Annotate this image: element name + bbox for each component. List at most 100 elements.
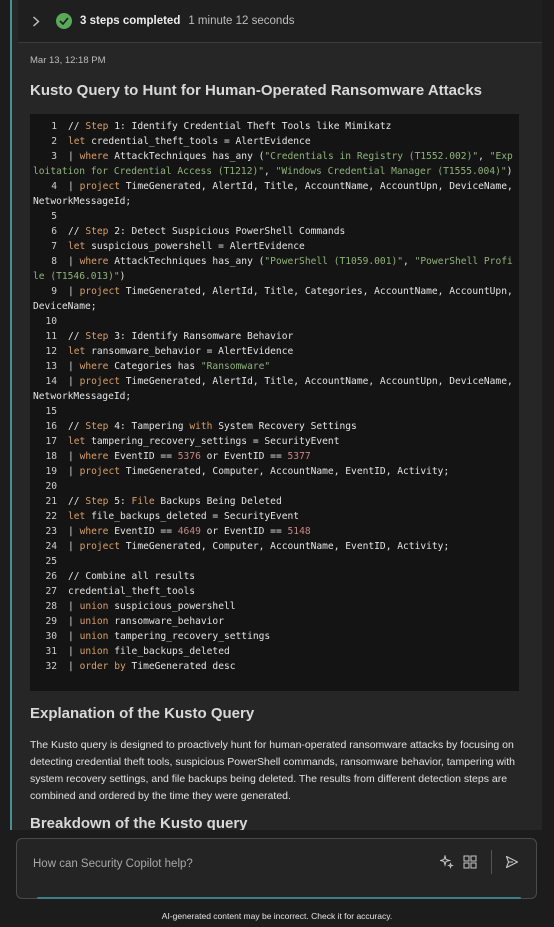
code-line: 31 | union file_backups_deleted — [30, 644, 519, 659]
code-line: 11 // Step 3: Identify Ransomware Behavio… — [30, 329, 519, 344]
line-number: 10 — [45, 316, 57, 327]
code-token: Step — [85, 226, 109, 237]
line-number: 27 — [45, 586, 57, 597]
line-number: 12 — [45, 346, 57, 357]
line-number: 21 — [45, 496, 57, 507]
code-token: credential_theft_tools — [68, 586, 196, 597]
steps-completed-label: 3 steps completed — [80, 15, 181, 27]
code-token: , — [403, 256, 415, 267]
code-token: order by — [79, 661, 126, 672]
code-token: 1: Identify Credential Theft Tools like … — [108, 121, 392, 132]
code-line: 12 let ransomware_behavior = AlertEvidenc… — [30, 344, 519, 359]
code-token: | — [68, 286, 80, 297]
code-token: TimeGenerated desc — [125, 661, 236, 672]
code-token: suspicious_powershell — [108, 601, 236, 612]
response-heading: Kusto Query to Hunt for Human-Operated R… — [30, 82, 483, 99]
code-token: | — [68, 541, 80, 552]
code-token: | — [68, 661, 80, 672]
line-number: 19 — [45, 466, 57, 477]
steps-summary-bar[interactable]: 3 steps completed 1 minute 12 seconds — [18, 0, 542, 43]
code-token: | — [68, 181, 80, 192]
code-token: where — [79, 361, 109, 372]
chevron-right-icon[interactable] — [32, 15, 42, 27]
code-token: , — [478, 151, 490, 162]
code-token: | — [68, 526, 80, 537]
code-token: | — [68, 631, 80, 642]
code-line: 17 let tampering_recovery_settings = Secu… — [30, 434, 519, 449]
code-token: let — [68, 346, 86, 357]
code-token: file_backups_deleted = SecurityEvent — [85, 511, 300, 522]
code-token: System Recovery Settings — [212, 421, 357, 432]
steps-duration: 1 minute 12 seconds — [188, 15, 295, 27]
line-number: 4 — [51, 181, 57, 192]
ai-disclaimer: AI-generated content may be incorrect. C… — [161, 911, 393, 921]
line-number: 5 — [51, 211, 57, 222]
code-token: or EventID == — [200, 451, 288, 462]
code-token: Backups Being Deleted — [154, 496, 282, 507]
code-token: 5: — [108, 496, 132, 507]
line-number: 13 — [45, 361, 57, 372]
line-number: 14 — [45, 376, 57, 387]
code-line: 7 let suspicious_powershell = AlertEviden… — [30, 239, 519, 254]
code-token: | — [68, 601, 80, 612]
code-token: AttackTechniques has_any ( — [108, 256, 265, 267]
line-number: 23 — [45, 526, 57, 537]
send-icon[interactable] — [503, 853, 521, 871]
code-token: Step — [85, 121, 109, 132]
line-number: 30 — [45, 631, 57, 642]
code-token: where — [79, 151, 109, 162]
code-token: where — [79, 526, 109, 537]
code-line: 9 | project TimeGenerated, AlertId, Title… — [30, 284, 519, 314]
prompt-box — [16, 838, 537, 899]
code-token: project — [79, 286, 120, 297]
line-number: 9 — [51, 286, 57, 297]
code-token: | — [68, 361, 80, 372]
code-token: union — [79, 601, 109, 612]
code-token: Step — [85, 421, 109, 432]
code-line: 5 — [30, 209, 519, 224]
code-line: 29 | union ransomware_behavior — [30, 614, 519, 629]
code-line: 3 | where AttackTechniques has_any ("Cred… — [30, 149, 519, 179]
prompt-gallery-icon[interactable] — [461, 853, 479, 871]
message-timestamp: Mar 13, 12:18 PM — [30, 55, 106, 66]
code-line: 18 | where EventID == 5376 or EventID == … — [30, 449, 519, 464]
code-line: 21 // Step 5: File Backups Being Deleted — [30, 494, 519, 509]
code-token: credential_theft_tools = AlertEvidence — [85, 136, 311, 147]
line-number: 7 — [51, 241, 57, 252]
code-token: TimeGenerated, Computer, AccountName, Ev… — [120, 541, 450, 552]
explanation-text: The Kusto query is designed to proactive… — [30, 739, 515, 802]
prompt-input[interactable] — [31, 853, 425, 875]
code-token: tampering_recovery_settings — [108, 631, 271, 642]
line-number: 25 — [45, 556, 57, 567]
code-block[interactable]: 1 // Step 1: Identify Credential Theft To… — [30, 114, 519, 691]
code-line: 24 | project TimeGenerated, Computer, Acc… — [30, 539, 519, 554]
sparkle-icon[interactable] — [438, 853, 456, 871]
explanation-heading: Explanation of the Kusto Query — [30, 705, 255, 722]
line-number: 1 — [51, 121, 57, 132]
code-token: project — [79, 466, 120, 477]
code-token: File — [131, 496, 155, 507]
code-token: project — [79, 181, 120, 192]
code-line: 28 | union suspicious_powershell — [30, 599, 519, 614]
line-number: 3 — [51, 151, 57, 162]
code-line: 10 — [30, 314, 519, 329]
code-token: let — [68, 241, 86, 252]
code-token: // — [68, 121, 86, 132]
code-token: , — [264, 166, 276, 177]
line-number: 8 — [51, 256, 57, 267]
code-line: 15 — [30, 404, 519, 419]
code-line: 26 // Combine all results — [30, 569, 519, 584]
code-line: 2 let credential_theft_tools = AlertEvide… — [30, 134, 519, 149]
line-number: 32 — [45, 661, 57, 672]
code-token: 5377 — [287, 451, 311, 462]
code-token: Categories has — [108, 361, 201, 372]
code-token: 2: Detect Suspicious PowerShell Commands — [108, 226, 346, 237]
code-line: 22 let file_backups_deleted = SecurityEve… — [30, 509, 519, 524]
code-token: | — [68, 151, 80, 162]
line-number: 15 — [45, 406, 57, 417]
code-token: | — [68, 451, 80, 462]
code-token: let — [68, 136, 86, 147]
code-token: | — [68, 466, 80, 477]
code-token: where — [79, 451, 109, 462]
code-token: union — [79, 646, 109, 657]
